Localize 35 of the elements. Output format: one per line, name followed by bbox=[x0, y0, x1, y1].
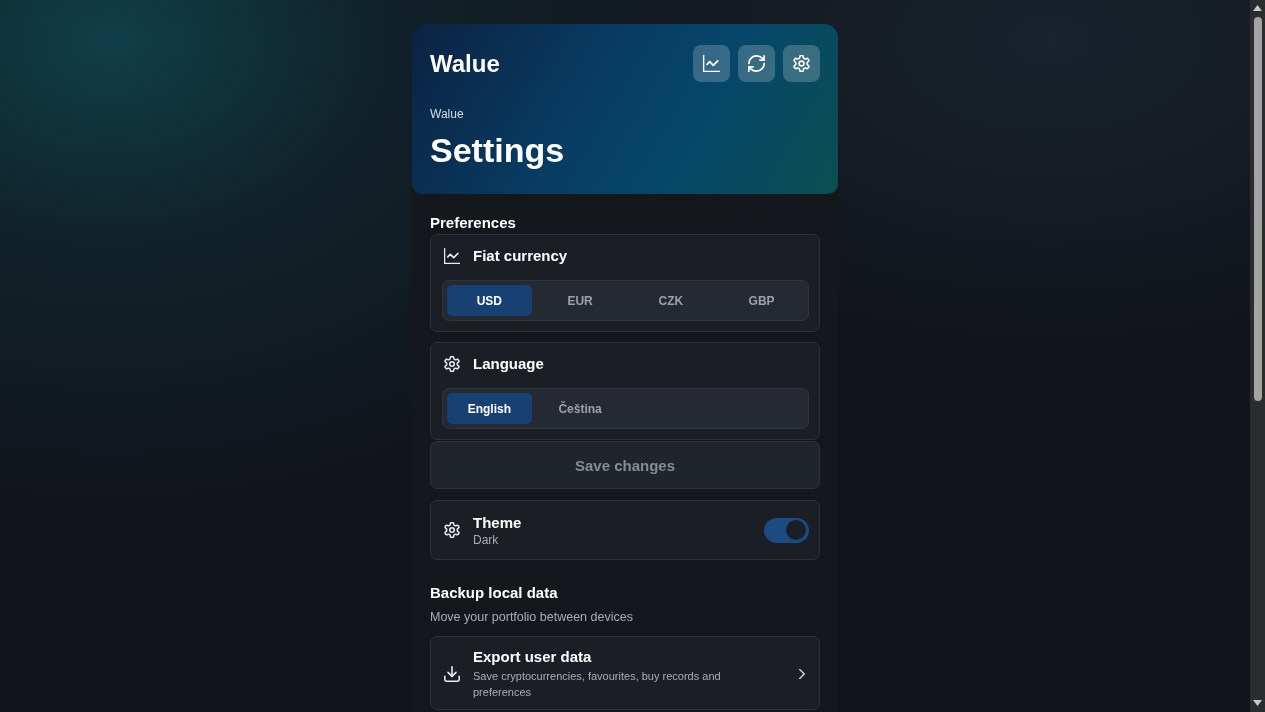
chart-icon bbox=[703, 55, 720, 72]
setting-label: Fiat currency bbox=[473, 246, 568, 266]
segment-option[interactable]: English bbox=[447, 393, 532, 424]
settings-icon bbox=[793, 55, 810, 72]
segment-option[interactable]: EUR bbox=[537, 285, 623, 316]
segment-option[interactable]: CZK bbox=[628, 285, 714, 316]
action-description: Save cryptocurrencies, favourites, buy records and preferences bbox=[473, 669, 722, 700]
section-heading: Preferences bbox=[430, 213, 516, 233]
scrollbar-thumb[interactable] bbox=[1253, 17, 1262, 401]
app-title: Walue bbox=[430, 48, 500, 79]
settings-button[interactable] bbox=[783, 45, 820, 82]
setting-label: Theme bbox=[473, 512, 522, 532]
page-title: Settings bbox=[430, 131, 565, 169]
scroll-up-icon[interactable] bbox=[1253, 5, 1262, 11]
chart-button[interactable] bbox=[693, 45, 730, 82]
action-title: Export user data bbox=[473, 647, 592, 666]
refresh-icon bbox=[748, 55, 765, 72]
download-icon bbox=[444, 665, 460, 682]
gear-icon bbox=[444, 522, 460, 538]
setting-label: Language bbox=[473, 354, 544, 374]
section-description: Move your portfolio between devices bbox=[430, 609, 633, 626]
scroll-down-icon[interactable] bbox=[1253, 700, 1262, 706]
segment-option[interactable]: GBP bbox=[719, 285, 804, 316]
segment-option[interactable]: Čeština bbox=[537, 393, 623, 424]
export-card[interactable]: Export user data Save cryptocurrencies, favourites, buy records and preferences bbox=[430, 636, 820, 710]
refresh-button[interactable] bbox=[738, 45, 775, 82]
gear-icon bbox=[444, 356, 460, 372]
scrollbar[interactable] bbox=[1250, 0, 1265, 712]
theme-toggle[interactable] bbox=[764, 517, 809, 543]
setting-value: Dark bbox=[473, 531, 499, 548]
segment-option[interactable]: USD bbox=[447, 285, 532, 316]
chart-icon bbox=[444, 248, 460, 264]
breadcrumb: Walue bbox=[430, 107, 464, 121]
chevron-right-icon bbox=[799, 668, 805, 679]
section-heading: Backup local data bbox=[430, 583, 558, 603]
